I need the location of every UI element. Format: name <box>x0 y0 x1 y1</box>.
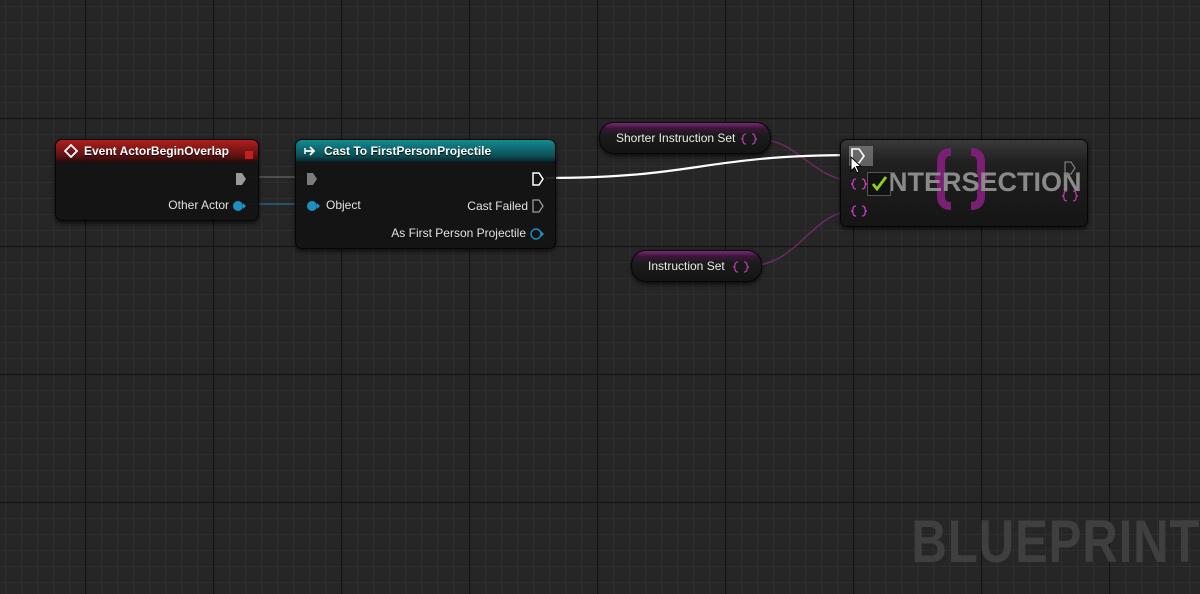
exec-out-pin-icon[interactable] <box>532 172 544 191</box>
event-diamond-icon <box>64 144 78 158</box>
exec-out-pin-icon[interactable] <box>1064 161 1076 180</box>
set-pin-icon[interactable] <box>740 132 758 150</box>
delegate-pin-icon[interactable] <box>245 146 253 164</box>
set-pin-icon[interactable] <box>732 260 750 278</box>
checkmark-icon[interactable] <box>867 172 891 201</box>
event-node-header[interactable]: Event ActorBeginOverlap <box>56 140 258 162</box>
instruction-set-variable[interactable]: Instruction Set <box>631 250 762 282</box>
intersection-node-title: NTERSECTION <box>888 167 1082 197</box>
intersection-node[interactable]: NTERSECTION <box>840 139 1088 227</box>
set-out-pin-icon[interactable] <box>1061 189 1079 207</box>
object-out-pin-icon[interactable] <box>232 199 246 217</box>
object-out-pin-icon[interactable] <box>530 227 544 245</box>
variable-label: Shorter Instruction Set <box>616 131 736 145</box>
object-in-pin-icon[interactable] <box>306 199 320 217</box>
pin-label-as-first-person-projectile: As First Person Projectile <box>391 226 526 240</box>
blueprint-watermark: BLUEPRINT <box>911 508 1200 575</box>
exec-in-pin-icon[interactable] <box>306 172 318 191</box>
variable-label: Instruction Set <box>648 259 725 273</box>
cast-arrow-icon <box>304 146 318 156</box>
cast-node-header[interactable]: Cast To FirstPersonProjectile <box>296 140 555 162</box>
cast-to-first-person-projectile-node[interactable]: Cast To FirstPersonProjectile Object Cas… <box>295 139 556 249</box>
set-in-pin-icon[interactable] <box>850 204 868 222</box>
exec-out-cast-failed-pin-icon[interactable] <box>532 199 544 218</box>
blueprint-graph-canvas[interactable]: Event ActorBeginOverlap Other Actor Cast… <box>0 0 1200 594</box>
pin-label-other-actor: Other Actor <box>168 198 229 212</box>
exec-wire-cast-to-intersection <box>545 153 859 180</box>
event-actor-begin-overlap-node[interactable]: Event ActorBeginOverlap Other Actor <box>55 139 259 221</box>
set-in-pin-icon[interactable] <box>850 177 868 195</box>
exec-out-pin-icon[interactable] <box>235 172 247 191</box>
event-node-title: Event ActorBeginOverlap <box>84 144 229 158</box>
cast-node-title: Cast To FirstPersonProjectile <box>324 144 492 158</box>
wires-layer <box>245 138 859 267</box>
pin-label-cast-failed: Cast Failed <box>467 199 528 213</box>
pin-label-object: Object <box>326 198 361 212</box>
mouse-cursor-icon <box>850 155 863 179</box>
shorter-instruction-set-variable[interactable]: Shorter Instruction Set <box>599 122 771 154</box>
